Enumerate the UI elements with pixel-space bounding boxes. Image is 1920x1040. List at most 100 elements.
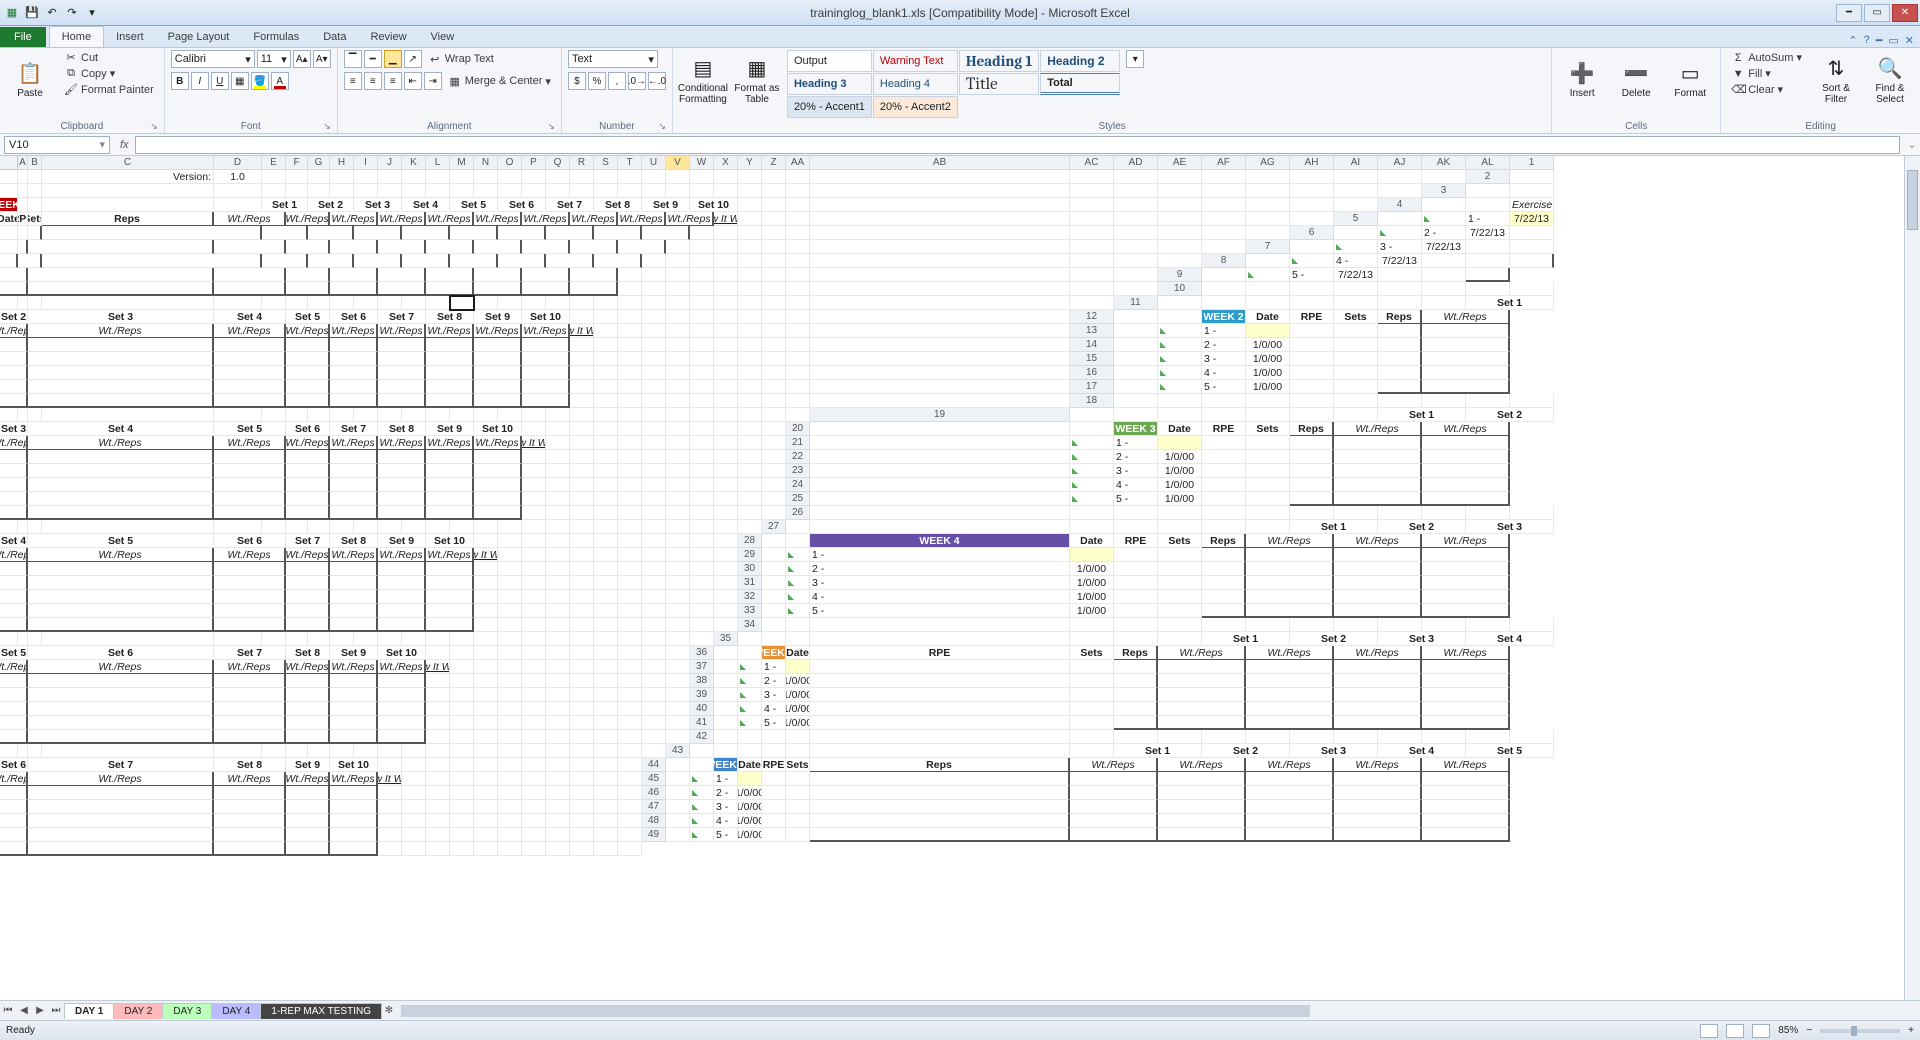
accounting-button[interactable]: $ [568, 72, 586, 90]
style-total[interactable]: Total [1040, 73, 1120, 95]
fill-color-button[interactable]: 🪣 [251, 72, 269, 90]
style-heading-4[interactable]: Heading 4 [873, 73, 958, 95]
font-color-button[interactable]: A [271, 72, 289, 90]
col-header-H[interactable]: H [330, 156, 354, 170]
col-header-AJ[interactable]: AJ [1378, 156, 1422, 170]
tab-formulas[interactable]: Formulas [241, 27, 311, 47]
sheet-tab-day3[interactable]: DAY 3 [162, 1003, 212, 1019]
sort-filter-button[interactable]: ⇅Sort & Filter [1812, 50, 1860, 110]
col-header-AA[interactable]: AA [786, 156, 810, 170]
sheet-nav-last[interactable]: ⏭ [48, 1005, 64, 1016]
copy-button[interactable]: ⧉Copy▾ [60, 66, 158, 81]
horizontal-scrollbar[interactable] [401, 1004, 1916, 1018]
col-header-D[interactable]: D [214, 156, 262, 170]
tab-data[interactable]: Data [311, 27, 358, 47]
save-icon[interactable]: 💾 [24, 5, 40, 21]
font-name-select[interactable]: Calibri▾ [171, 50, 255, 68]
file-tab[interactable]: File [0, 27, 46, 47]
col-header-AH[interactable]: AH [1290, 156, 1334, 170]
grid[interactable]: ABCDEFGHIJKLMNOPQRSTUVWXYZAAABACADAEAFAG… [0, 156, 1554, 1000]
tab-insert[interactable]: Insert [104, 27, 156, 47]
col-header-A[interactable]: A [18, 156, 28, 170]
col-header-AB[interactable]: AB [810, 156, 1070, 170]
increase-indent-button[interactable]: ⇥ [424, 72, 442, 90]
page-break-view-button[interactable] [1752, 1024, 1770, 1038]
number-format-select[interactable]: Text▾ [568, 50, 658, 68]
sheet-nav-next[interactable]: ▶ [32, 1005, 48, 1016]
col-header-W[interactable]: W [690, 156, 714, 170]
col-header-K[interactable]: K [402, 156, 426, 170]
restore-button[interactable]: ▭ [1864, 4, 1890, 22]
wb-close-icon[interactable]: ✕ [1905, 34, 1914, 47]
align-left-button[interactable]: ≡ [344, 72, 362, 90]
align-right-button[interactable]: ≡ [384, 72, 402, 90]
formula-input[interactable] [135, 136, 1900, 154]
insert-cells-button[interactable]: ➕Insert [1558, 50, 1606, 110]
align-bottom-button[interactable]: ▁ [384, 50, 402, 68]
increase-font-button[interactable]: A▴ [293, 50, 311, 68]
tab-home[interactable]: Home [49, 26, 104, 47]
page-layout-view-button[interactable] [1726, 1024, 1744, 1038]
tab-page-layout[interactable]: Page Layout [156, 27, 242, 47]
delete-cells-button[interactable]: ➖Delete [1612, 50, 1660, 110]
name-box[interactable]: V10▾ [4, 136, 110, 154]
font-size-select[interactable]: 11▾ [257, 50, 291, 68]
col-header-G[interactable]: G [308, 156, 330, 170]
tab-view[interactable]: View [419, 27, 467, 47]
number-dialog-icon[interactable]: ↘ [658, 121, 666, 132]
qat-more-icon[interactable]: ▾ [84, 5, 100, 21]
minimize-ribbon-icon[interactable]: ⌃ [1848, 34, 1857, 47]
conditional-formatting-button[interactable]: ▤Conditional Formatting [679, 50, 727, 110]
col-header-M[interactable]: M [450, 156, 474, 170]
vertical-scrollbar[interactable] [1904, 156, 1920, 1000]
col-header-U[interactable]: U [642, 156, 666, 170]
col-header-AE[interactable]: AE [1158, 156, 1202, 170]
decrease-font-button[interactable]: A▾ [313, 50, 331, 68]
col-header-B[interactable]: B [28, 156, 42, 170]
col-header-E[interactable]: E [262, 156, 286, 170]
alignment-dialog-icon[interactable]: ↘ [547, 121, 555, 132]
col-header-I[interactable]: I [354, 156, 378, 170]
style-heading-1[interactable]: Heading 1 [959, 50, 1039, 72]
col-header-Q[interactable]: Q [546, 156, 570, 170]
style-heading-2[interactable]: Heading 2 [1040, 50, 1120, 72]
sheet-tab-day1[interactable]: DAY 1 [64, 1003, 114, 1019]
col-header-S[interactable]: S [594, 156, 618, 170]
italic-button[interactable]: I [191, 72, 209, 90]
percent-button[interactable]: % [588, 72, 606, 90]
decrease-decimal-button[interactable]: ←.0 [648, 72, 666, 90]
zoom-level[interactable]: 85% [1778, 1025, 1798, 1036]
autosum-button[interactable]: ΣAutoSum▾ [1727, 50, 1806, 65]
tab-review[interactable]: Review [358, 27, 418, 47]
close-button[interactable]: ✕ [1892, 4, 1918, 22]
fill-button[interactable]: ▼Fill▾ [1727, 66, 1806, 81]
format-as-table-button[interactable]: ▦Format as Table [733, 50, 781, 110]
zoom-slider[interactable] [1820, 1029, 1900, 1033]
decrease-indent-button[interactable]: ⇤ [404, 72, 422, 90]
col-header-AL[interactable]: AL [1466, 156, 1510, 170]
styles-more-button[interactable]: ▾ [1126, 50, 1144, 68]
col-header-AI[interactable]: AI [1334, 156, 1378, 170]
fx-icon[interactable]: fx [114, 139, 135, 151]
sheet-nav-first[interactable]: ⏮ [0, 1005, 16, 1016]
format-painter-button[interactable]: 🖌Format Painter [60, 82, 158, 97]
col-header-Y[interactable]: Y [738, 156, 762, 170]
new-sheet-button[interactable]: ✻ [381, 1005, 397, 1016]
find-select-button[interactable]: 🔍Find & Select [1866, 50, 1914, 110]
align-center-button[interactable]: ≡ [364, 72, 382, 90]
redo-icon[interactable]: ↷ [64, 5, 80, 21]
col-header-AF[interactable]: AF [1202, 156, 1246, 170]
comma-button[interactable]: , [608, 72, 626, 90]
col-header-Z[interactable]: Z [762, 156, 786, 170]
col-header-X[interactable]: X [714, 156, 738, 170]
font-dialog-icon[interactable]: ↘ [323, 121, 331, 132]
col-header-AC[interactable]: AC [1070, 156, 1114, 170]
col-header-O[interactable]: O [498, 156, 522, 170]
wb-max-icon[interactable]: ▭ [1888, 34, 1898, 47]
col-header-AD[interactable]: AD [1114, 156, 1158, 170]
col-header-F[interactable]: F [286, 156, 308, 170]
sheet-nav-prev[interactable]: ◀ [16, 1005, 32, 1016]
help-icon[interactable]: ? [1864, 34, 1870, 47]
align-top-button[interactable]: ▔ [344, 50, 362, 68]
merge-center-button[interactable]: ▦Merge & Center▾ [444, 74, 555, 89]
